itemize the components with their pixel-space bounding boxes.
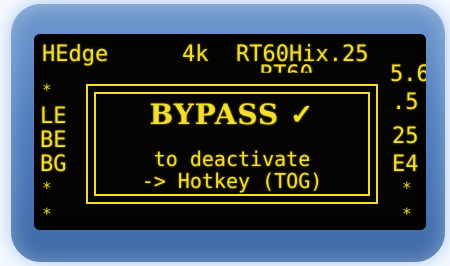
left-label-le: LE	[40, 104, 67, 129]
param-value-frequency: 4k	[182, 42, 209, 67]
right-value-1: 5.6	[390, 62, 426, 87]
right-value-2: .5	[392, 90, 419, 115]
right-value-4: E4	[392, 152, 419, 177]
param-rt60-peek: RT60	[260, 62, 313, 87]
star-icon: *	[42, 178, 52, 197]
left-label-be: BE	[40, 128, 67, 153]
bypass-title: BYPASS ✓	[149, 98, 315, 131]
param-label-hedge: HEdge	[42, 42, 109, 67]
hotkey-instruction: -> Hotkey (TOG)	[141, 169, 323, 193]
bypass-popup: BYPASS ✓ to deactivate -> Hotkey (TOG)	[86, 84, 378, 204]
right-value-3: 25	[392, 124, 419, 149]
star-icon: *	[402, 178, 412, 197]
star-icon: *	[402, 204, 412, 223]
deactivate-instruction: to deactivate	[153, 147, 311, 171]
left-label-bg: BG	[40, 152, 67, 177]
oled-screen: HEdge 4k RT60Hix.25 RT60 5.6 .5 25 E4 LE…	[34, 34, 426, 230]
star-icon: *	[42, 204, 52, 223]
param-rt60hix: RT60Hix.25	[236, 42, 369, 67]
star-icon: *	[42, 80, 52, 99]
